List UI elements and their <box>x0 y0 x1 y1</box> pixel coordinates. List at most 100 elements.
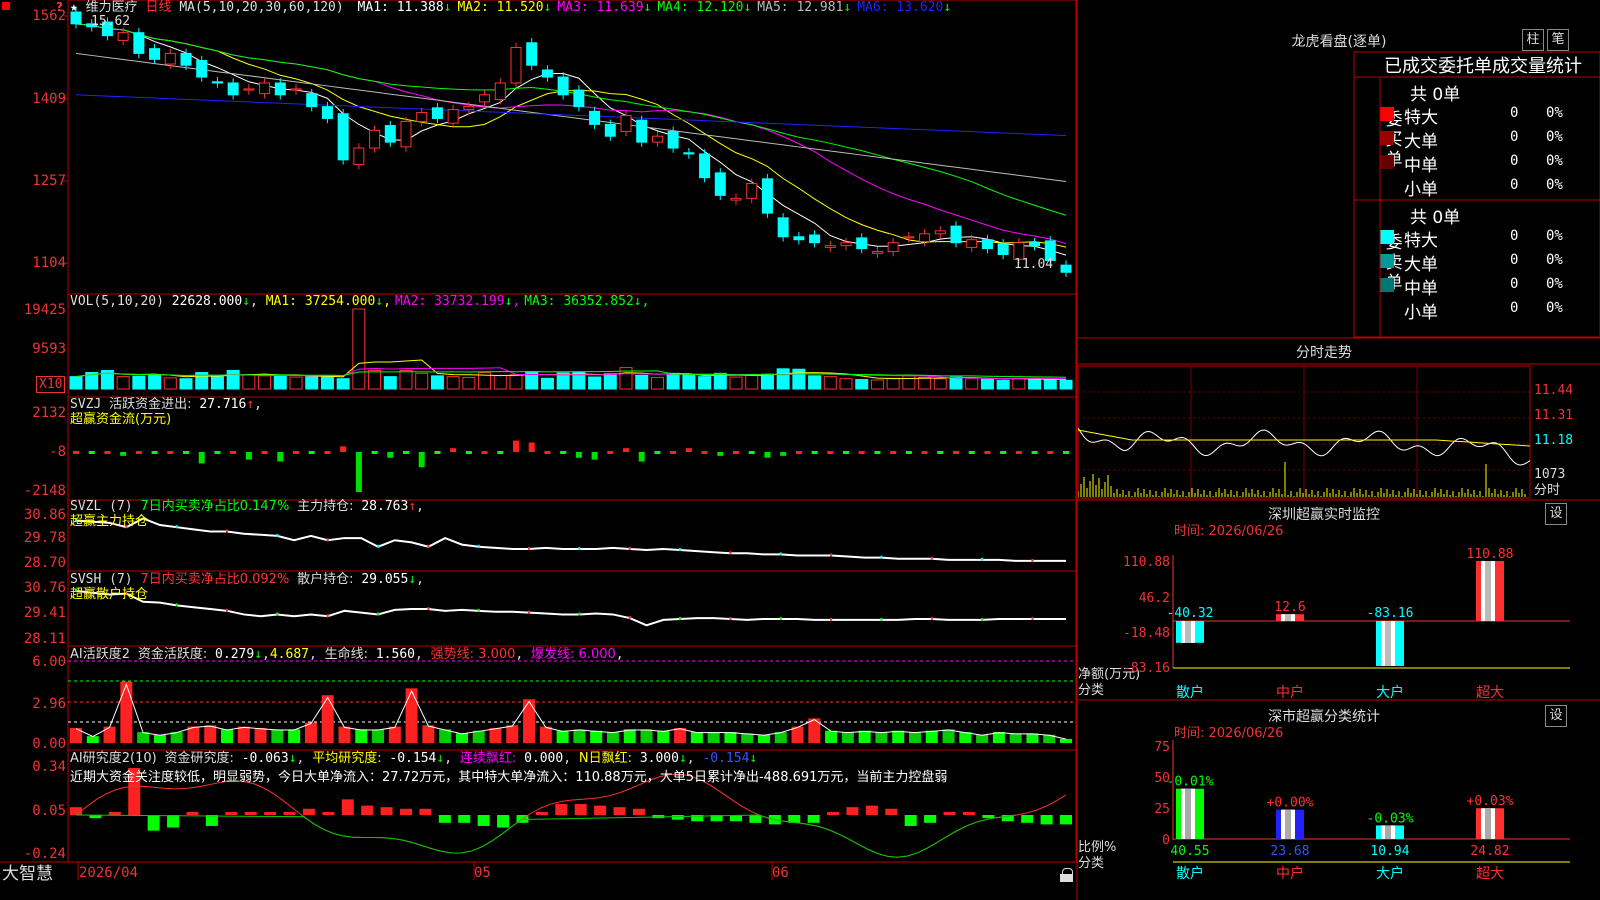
activity-bar <box>103 726 116 743</box>
panel-frame <box>67 749 1077 863</box>
main-y-tick-4: 1104 <box>32 255 66 271</box>
candle <box>573 89 585 108</box>
research-bar <box>671 815 684 820</box>
ma-line-2 <box>75 23 1067 248</box>
volume-bar <box>996 379 1010 390</box>
classify-bar-core <box>1485 808 1491 839</box>
fund-tick <box>654 451 661 454</box>
research-bar <box>1040 815 1053 825</box>
research-bar <box>535 812 548 815</box>
classify-y-label: 25 <box>1154 802 1170 817</box>
candle <box>950 225 962 244</box>
fund-tick <box>88 451 95 454</box>
holding-dot <box>779 616 782 620</box>
activity-bar <box>338 726 351 743</box>
volume-bar <box>258 375 272 390</box>
fund-bar <box>575 452 582 458</box>
fund-tick <box>497 451 504 454</box>
svzl-hold-value: 28.763 <box>361 499 409 514</box>
ai1-life-label: 生命线: <box>324 647 369 662</box>
volume-bar <box>698 376 712 390</box>
activity-bar <box>506 725 519 743</box>
holding-dot <box>226 608 229 612</box>
volume-bar <box>509 374 523 390</box>
volume-bar <box>745 374 759 390</box>
ma-item-4: MA4: 12.120↓ <box>657 0 751 15</box>
ma-arrow: ↓ <box>643 0 652 15</box>
holding-dot <box>578 612 581 616</box>
volume-bar <box>839 378 853 390</box>
svzj-title: SVZJ <box>70 397 102 412</box>
candle <box>683 152 695 155</box>
candle <box>887 242 899 253</box>
research-bar <box>924 815 937 823</box>
ma-line-3 <box>75 23 1067 245</box>
vol-y-tick-2: 9593 <box>32 341 66 357</box>
fund-tick <box>1063 451 1069 454</box>
classify-value-label: 23.68 <box>1270 844 1309 859</box>
research-bar <box>458 815 471 823</box>
period-label[interactable]: 日线 <box>146 0 172 15</box>
candle <box>149 48 161 60</box>
activity-bar <box>942 729 955 743</box>
ai1-life-value: 1.560 <box>375 647 415 662</box>
ma-value: 13.620 <box>896 0 944 15</box>
volume-bar <box>1028 378 1042 390</box>
candle <box>321 106 333 119</box>
candle <box>196 60 208 78</box>
svzl-header: SVZL (7) 7日内买卖净占比0.147% 主力持仓: 28.763↑, <box>70 499 424 514</box>
fund-tick <box>560 451 567 454</box>
holding-dot <box>427 607 430 611</box>
classify-bar-core <box>1285 809 1291 839</box>
classify-bar-core <box>1385 825 1391 839</box>
red-dot-icon[interactable] <box>2 2 10 10</box>
research-bar <box>594 805 607 815</box>
monitor-bar-label: -83.16 <box>1367 606 1414 621</box>
svzj-y-tick-1: 2132 <box>32 405 66 421</box>
candle <box>809 234 821 244</box>
fund-tick <box>324 451 331 454</box>
fund-tick <box>811 451 818 454</box>
ma-value: 11.388 <box>396 0 444 15</box>
research-bar <box>1060 815 1072 825</box>
ma-item-3: MA3: 11.639↓ <box>557 0 651 15</box>
volume-bar <box>383 376 397 390</box>
fund-tick <box>1000 451 1007 454</box>
svzj-subtitle: 超赢资金流(万元) <box>70 412 172 427</box>
activity-bar <box>1026 733 1039 743</box>
fund-bar <box>780 452 787 456</box>
activity-bar <box>741 733 754 743</box>
fund-bar <box>685 448 692 452</box>
help-icon[interactable]: ? <box>56 0 63 14</box>
svzl-arrow: ↑ <box>408 499 417 514</box>
fund-tick <box>214 451 221 454</box>
ai2-avg-label: 平均研究度: <box>312 751 382 766</box>
research-bar <box>497 815 510 828</box>
vol-y-tick-1: 19425 <box>23 302 66 318</box>
activity-bar <box>153 734 166 743</box>
main-y-tick-2: 1409 <box>32 91 66 107</box>
activity-bar <box>539 726 552 743</box>
ma-value: 12.120 <box>696 0 744 15</box>
activity-bar <box>858 730 871 743</box>
fund-bar <box>387 452 394 458</box>
ai2-last: -0.154 <box>702 751 750 766</box>
candle <box>636 119 648 143</box>
ma-line-1 <box>75 23 1067 256</box>
main-chart-area[interactable]: ★ 维力医疗 日线 MA(5,10,20,30,60,120) MA1: 11.… <box>0 0 1078 900</box>
volume-bar <box>886 377 900 390</box>
fund-tick <box>230 451 237 454</box>
candle <box>620 115 632 132</box>
research-bar <box>632 808 645 815</box>
candle <box>510 46 522 84</box>
volume-bar <box>603 373 617 390</box>
fund-tick <box>261 451 268 454</box>
volume-bar <box>116 376 130 390</box>
activity-bar <box>472 730 485 743</box>
star-icon[interactable]: ★ <box>70 0 78 15</box>
holding-dot <box>528 610 531 614</box>
fund-tick <box>544 451 551 454</box>
holding-dot <box>628 546 631 550</box>
retail-holding-line <box>75 589 1066 627</box>
volume-bar <box>493 374 507 390</box>
